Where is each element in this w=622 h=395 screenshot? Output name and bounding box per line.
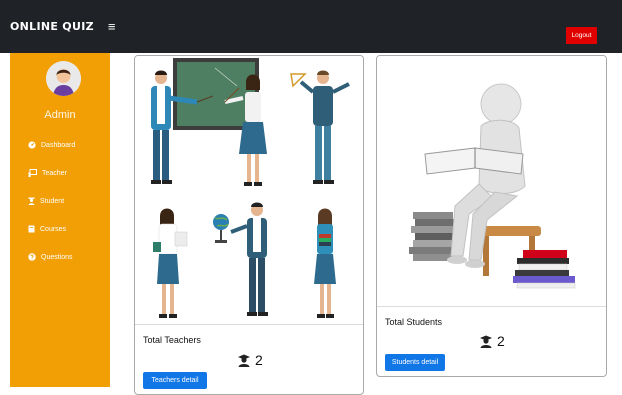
students-count: 2 (479, 333, 505, 349)
user-avatar-icon (46, 61, 81, 96)
book-icon (28, 225, 35, 233)
graduate-icon (480, 335, 492, 348)
admin-name: Admin (44, 109, 76, 121)
teachers-count-value: 2 (255, 352, 263, 368)
sidebar-item-dashboard[interactable]: Dashboard (28, 141, 75, 149)
teachers-illustration (135, 56, 363, 324)
avatar (46, 61, 81, 96)
graduate-icon (238, 354, 250, 367)
brand-title[interactable]: ONLINE QUIZ (10, 20, 94, 33)
top-navbar: ONLINE QUIZ ≡ (0, 0, 622, 53)
students-count-value: 2 (497, 333, 505, 349)
card-divider (377, 306, 606, 307)
teachers-detail-button[interactable]: Teachers detail (143, 372, 207, 389)
sidebar-item-courses[interactable]: Courses (28, 225, 66, 233)
sidebar-item-student[interactable]: Student (28, 197, 64, 205)
question-icon (28, 253, 36, 261)
sidebar-item-teacher[interactable]: Teacher (28, 169, 67, 177)
teachers-card: Total Teachers 2 Teachers detail (134, 55, 364, 395)
sidebar-item-label: Student (40, 197, 65, 205)
sidebar-item-label: Teacher (42, 169, 67, 177)
sidebar-item-label: Courses (40, 225, 67, 233)
students-card-title: Total Students (385, 317, 443, 327)
teachers-count: 2 (237, 352, 263, 368)
card-divider (135, 324, 363, 325)
student-icon (28, 197, 35, 205)
sidebar-item-label: Dashboard (41, 141, 76, 149)
dashboard-icon (28, 141, 36, 149)
sidebar-item-questions[interactable]: Questions (28, 253, 73, 261)
teachers-illustration-art (151, 58, 350, 318)
hamburger-menu-icon[interactable]: ≡ (108, 20, 116, 33)
chalkboard-icon (28, 169, 37, 177)
students-detail-button[interactable]: Students detail (385, 354, 445, 371)
sidebar-item-label: Questions (41, 253, 73, 261)
teachers-card-title: Total Teachers (143, 335, 201, 345)
students-illustration (377, 56, 606, 306)
logout-button[interactable]: Logout (566, 27, 597, 44)
students-card: Total Students 2 Students detail (376, 55, 607, 377)
sidebar: Admin Dashboard Teacher Student Courses (10, 53, 110, 387)
students-illustration-art (409, 83, 576, 289)
